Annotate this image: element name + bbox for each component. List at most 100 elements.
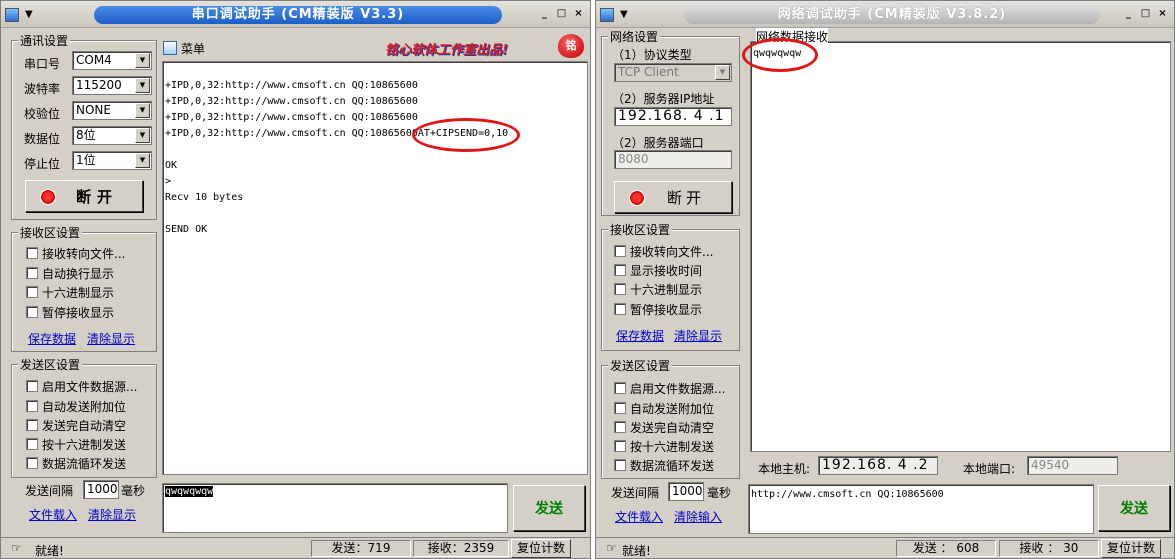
- checkbox-loop-send[interactable]: 数据流循环发送: [614, 457, 714, 473]
- open-button-label: 断开: [666, 188, 705, 207]
- checkbox-pause-display[interactable]: 暂停接收显示: [26, 304, 114, 320]
- checkbox-icon[interactable]: [614, 440, 626, 452]
- chevron-down-icon[interactable]: ▼: [135, 128, 150, 143]
- checkbox-auto-wrap[interactable]: 自动换行显示: [26, 265, 114, 281]
- minimize-icon[interactable]: _: [537, 7, 552, 21]
- rx-counter: 接收 ： 30: [999, 540, 1099, 557]
- checkbox-icon[interactable]: [614, 421, 626, 433]
- checkbox-icon[interactable]: [26, 247, 38, 259]
- clear-input-link[interactable]: 清除输入: [674, 508, 722, 525]
- checkbox-icon[interactable]: [614, 402, 626, 414]
- checkbox-icon[interactable]: [614, 459, 626, 471]
- checkbox-auto-clear[interactable]: 发送完自动清空: [614, 419, 714, 435]
- system-menu[interactable]: ▼: [5, 6, 55, 23]
- clear-display-link[interactable]: 清除显示: [87, 330, 135, 347]
- checkbox-icon[interactable]: [26, 419, 38, 431]
- open-close-port-button[interactable]: 断开: [25, 180, 143, 212]
- checkbox-icon[interactable]: [26, 438, 38, 450]
- save-data-link[interactable]: 保存数据: [28, 330, 76, 347]
- clear-send-link[interactable]: 清除显示: [88, 506, 136, 523]
- checkbox-pause-display[interactable]: 暂停接收显示: [614, 301, 702, 317]
- group-title: 发送区设置: [18, 356, 83, 373]
- checkbox-icon[interactable]: [26, 457, 38, 469]
- local-host-input[interactable]: 192.168. 4 .2: [818, 456, 938, 475]
- checkbox-icon[interactable]: [26, 306, 38, 318]
- receive-line: OK: [165, 160, 178, 171]
- window-title: 串口调试助手 (CM精装版 V3.3): [94, 6, 502, 24]
- checkbox-file-source[interactable]: 启用文件数据源...: [26, 378, 137, 394]
- protocol-select[interactable]: TCP Client ▼: [614, 63, 732, 82]
- checkbox-hex-send[interactable]: 按十六进制发送: [614, 438, 714, 454]
- checkbox-label: 发送完自动清空: [630, 420, 715, 435]
- checkbox-icon[interactable]: [614, 303, 626, 315]
- server-port-input[interactable]: 8080: [614, 150, 732, 169]
- maximize-icon[interactable]: □: [554, 7, 569, 21]
- reset-counter-button[interactable]: 复位计数: [1101, 539, 1161, 558]
- title-bar[interactable]: ▼ 网络调试助手 (CM精装版 V3.8.2) _ □ ×: [596, 1, 1174, 28]
- chevron-down-icon[interactable]: ▼: [135, 78, 150, 93]
- port-select[interactable]: COM4 ▼: [72, 51, 152, 70]
- connect-disconnect-button[interactable]: 断开: [614, 181, 732, 213]
- local-host-label: 本地主机:: [758, 462, 811, 476]
- chevron-down-icon[interactable]: ▼: [135, 153, 150, 168]
- checkbox-append-bits[interactable]: 自动发送附加位: [26, 398, 126, 414]
- menu-label[interactable]: 菜单: [181, 40, 205, 57]
- checkbox-loop-send[interactable]: 数据流循环发送: [26, 455, 126, 471]
- local-port-input[interactable]: 49540: [1027, 456, 1118, 475]
- checkbox-append-bits[interactable]: 自动发送附加位: [614, 400, 714, 416]
- checkbox-auto-clear[interactable]: 发送完自动清空: [26, 417, 126, 433]
- network-receive-textarea[interactable]: qwqwqwqw: [750, 41, 1171, 452]
- interval-input[interactable]: 1000: [668, 482, 704, 501]
- receive-textarea[interactable]: +IPD,0,32:http://www.cmsoft.cn QQ:108656…: [162, 61, 588, 475]
- checkbox-recv-to-file[interactable]: 接收转向文件...: [614, 243, 713, 259]
- checkbox-file-source[interactable]: 启用文件数据源...: [614, 380, 725, 396]
- checkbox-label: 按十六进制发送: [630, 439, 715, 454]
- checkbox-icon[interactable]: [26, 380, 38, 392]
- checkbox-icon[interactable]: [614, 283, 626, 295]
- interval-input[interactable]: 1000: [83, 480, 119, 499]
- receive-line: +IPD,0,32:http://www.cmsoft.cn QQ:108656…: [165, 96, 418, 107]
- interval-label: 发送间隔: [611, 486, 660, 500]
- save-data-link[interactable]: 保存数据: [616, 327, 664, 344]
- checkbox-hex-display[interactable]: 十六进制显示: [614, 281, 702, 297]
- baud-select[interactable]: 115200 ▼: [72, 76, 152, 95]
- send-button[interactable]: 发送: [513, 485, 585, 531]
- checkbox-show-time[interactable]: 显示接收时间: [614, 262, 702, 278]
- maximize-icon[interactable]: □: [1138, 7, 1153, 21]
- checkbox-hex-send[interactable]: 按十六进制发送: [26, 436, 126, 452]
- checkbox-recv-to-file[interactable]: 接收转向文件...: [26, 245, 125, 261]
- server-ip-input[interactable]: 192.168. 4 .1: [614, 107, 732, 126]
- title-bar[interactable]: ▼ 串口调试助手 (CM精装版 V3.3) _ □ ×: [1, 1, 590, 28]
- group-title: 通讯设置: [18, 32, 71, 49]
- send-settings-group: 发送区设置 启用文件数据源... 自动发送附加位 发送完自动清空 按十六进制发送…: [601, 357, 740, 479]
- checkbox-icon[interactable]: [614, 382, 626, 394]
- send-settings-group: 发送区设置 启用文件数据源... 自动发送附加位 发送完自动清空 按十六进制发送…: [11, 356, 157, 478]
- checkbox-icon[interactable]: [614, 264, 626, 276]
- chevron-down-icon[interactable]: ▼: [135, 53, 150, 68]
- stopbits-select[interactable]: 1位 ▼: [72, 151, 152, 170]
- send-textarea[interactable]: qwqwqwqw: [162, 483, 508, 533]
- server-port-label: （2）服务器端口: [612, 136, 704, 150]
- clear-display-link[interactable]: 清除显示: [674, 327, 722, 344]
- minimize-icon[interactable]: _: [1121, 7, 1136, 21]
- system-menu[interactable]: ▼: [600, 6, 650, 23]
- checkbox-icon[interactable]: [26, 400, 38, 412]
- close-icon[interactable]: ×: [1155, 7, 1170, 21]
- send-button[interactable]: 发送: [1098, 485, 1170, 531]
- send-textarea[interactable]: http://www.cmsoft.cn QQ:10865600: [748, 484, 1094, 534]
- chevron-down-icon: ▼: [25, 9, 33, 20]
- close-icon[interactable]: ×: [571, 7, 586, 21]
- checkbox-icon[interactable]: [614, 245, 626, 257]
- checkbox-icon[interactable]: [26, 286, 38, 298]
- chevron-down-icon[interactable]: ▼: [135, 103, 150, 118]
- checkbox-label: 启用文件数据源...: [42, 379, 138, 394]
- file-load-link[interactable]: 文件载入: [615, 508, 663, 525]
- chevron-down-icon[interactable]: ▼: [715, 65, 730, 80]
- file-load-link[interactable]: 文件载入: [29, 506, 77, 523]
- checkbox-icon[interactable]: [26, 267, 38, 279]
- reset-counter-button[interactable]: 复位计数: [511, 539, 571, 558]
- menu-bar[interactable]: 菜单: [163, 37, 588, 59]
- parity-select[interactable]: NONE ▼: [72, 101, 152, 120]
- databits-select[interactable]: 8位 ▼: [72, 126, 152, 145]
- checkbox-hex-display[interactable]: 十六进制显示: [26, 284, 114, 300]
